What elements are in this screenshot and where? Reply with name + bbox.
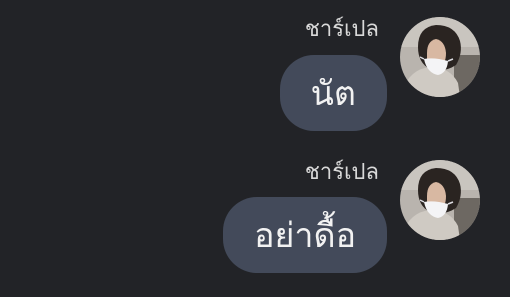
message-bubble[interactable]: นัต [279,55,387,131]
avatar[interactable] [400,17,480,97]
sender-name: ชาร์เปล [304,160,379,185]
avatar[interactable] [400,160,480,240]
sender-name: ชาร์เปล [304,17,379,42]
chat-thread: ชาร์เปล นัต ชาร์เปล อย่าดื้อ [0,0,510,297]
message-bubble[interactable]: อย่าดื้อ [223,197,387,273]
avatar-image [400,160,480,240]
avatar-image [400,17,480,97]
